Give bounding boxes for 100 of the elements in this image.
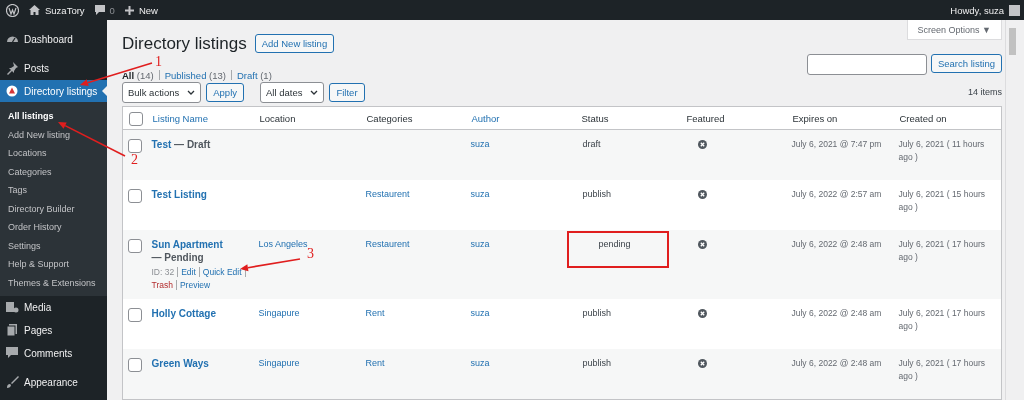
post-state-label: — Pending	[151, 251, 204, 264]
created-date: July 6, 2021 ( 17 hours ago )	[898, 239, 985, 262]
sidebar-menu-item[interactable]: Posts	[0, 57, 107, 79]
wordpress-logo-icon[interactable]	[6, 3, 19, 17]
submenu-item[interactable]: Directory Builder	[0, 199, 107, 218]
expiry-date: July 6, 2022 @ 2:48 am	[791, 358, 882, 368]
author-link[interactable]: suza	[470, 239, 490, 249]
category-link[interactable]: Rent	[365, 358, 385, 368]
select-all-checkbox[interactable]	[129, 111, 143, 126]
row-action-link[interactable]: Preview	[179, 279, 211, 291]
row-action-link[interactable]: Quick Edit	[202, 266, 242, 278]
filter-button[interactable]: Filter	[329, 82, 365, 102]
sortable-column-header[interactable]: Author	[471, 112, 500, 124]
created-date: July 6, 2021 ( 17 hours ago )	[898, 308, 985, 331]
add-new-button[interactable]: Add New listing	[254, 34, 335, 54]
author-link[interactable]: suza	[470, 189, 490, 199]
sidebar-menu-item[interactable]: Directory listings	[0, 80, 107, 102]
screen-options-tab[interactable]: Screen Options ▼	[906, 20, 1002, 40]
search-button[interactable]: Search listing	[930, 53, 1002, 73]
bulk-actions-dropdown[interactable]: Bulk actions	[122, 81, 202, 103]
site-name-link[interactable]: SuzaTory	[45, 4, 85, 16]
pages-icon	[6, 323, 19, 337]
expiry-date: July 6, 2022 @ 2:57 am	[791, 189, 882, 199]
date-filter-dropdown[interactable]: All dates	[260, 81, 325, 103]
listing-title-link[interactable]: Green Ways	[151, 358, 209, 369]
listing-title-link[interactable]: Test Listing	[151, 189, 207, 200]
filter-link[interactable]: Draft (1)	[236, 69, 272, 81]
column-header: Categories	[366, 112, 413, 124]
sidebar-menu-item[interactable]: Appearance	[0, 371, 107, 393]
caret-icon	[187, 89, 196, 95]
new-link[interactable]: New	[138, 4, 158, 16]
expiry-date: July 6, 2022 @ 2:48 am	[791, 239, 882, 249]
author-link[interactable]: suza	[470, 358, 490, 368]
annotation-arrow	[240, 258, 301, 272]
status-text: publish	[581, 307, 613, 320]
pushpin-icon	[6, 61, 19, 75]
avatar-icon[interactable]	[1009, 4, 1020, 16]
paintbrush-icon	[6, 375, 19, 389]
submenu-item[interactable]: Order History	[0, 218, 107, 237]
listing-title-link[interactable]: Holly Cottage	[151, 308, 216, 319]
sidebar-menu-item[interactable]: Dashboard	[0, 28, 107, 50]
sortable-column-header[interactable]: Listing Name	[152, 112, 208, 124]
listing-title-link[interactable]: Sun Apartment	[151, 239, 223, 250]
submenu-item[interactable]: Help & Support	[0, 255, 107, 274]
submenu-item[interactable]: Locations	[0, 144, 107, 163]
submenu-item[interactable]: Settings	[0, 236, 107, 255]
author-link[interactable]: suza	[470, 139, 490, 149]
sidebar-menu-item[interactable]: Comments	[0, 342, 107, 364]
page-title: Directory listings	[122, 35, 247, 53]
row-checkbox[interactable]	[128, 139, 142, 153]
row-checkbox[interactable]	[128, 358, 142, 372]
row-checkbox[interactable]	[128, 239, 142, 253]
row-action-link[interactable]: Edit	[181, 266, 196, 278]
comment-bubble-icon	[6, 346, 19, 360]
plus-icon[interactable]	[124, 5, 134, 15]
comment-count: 0	[109, 4, 115, 16]
status-text: publish	[581, 357, 613, 370]
status-text: draft	[581, 138, 602, 151]
column-header: Location	[259, 112, 296, 124]
row-checkbox[interactable]	[128, 308, 142, 322]
listing-title-link[interactable]: Test	[151, 139, 172, 150]
category-link[interactable]: Rent	[365, 308, 385, 318]
status-text: pending	[566, 231, 669, 268]
annotation-number: 1	[155, 54, 162, 70]
caret-icon	[310, 89, 319, 95]
column-header: Expires on	[792, 112, 838, 124]
scrollbar-thumb[interactable]	[1009, 28, 1016, 55]
location-link[interactable]: Los Angeles	[258, 239, 308, 249]
created-date: July 6, 2021 ( 11 hours ago )	[898, 139, 985, 162]
location-link[interactable]: Singapure	[258, 358, 300, 368]
sidebar-menu-item[interactable]: Pages	[0, 319, 107, 341]
submenu-item[interactable]: All listings	[0, 107, 107, 126]
expiry-date: July 6, 2022 @ 2:48 am	[791, 308, 882, 318]
filter-link[interactable]: All (14)	[122, 69, 154, 81]
annotation-number: 2	[131, 152, 138, 168]
sidebar-menu-item[interactable]: Media	[0, 296, 107, 318]
filter-link[interactable]: Published (13)	[164, 69, 226, 81]
media-icon	[6, 300, 19, 314]
item-count: 14 items	[968, 87, 1002, 98]
location-link[interactable]: Singapure	[258, 308, 300, 318]
greeting-link[interactable]: Howdy, suza	[950, 4, 1004, 16]
column-header: Status	[581, 112, 609, 124]
annotation-number: 3	[307, 246, 314, 262]
column-header: Created on	[899, 112, 947, 124]
category-link[interactable]: Restaurent	[365, 239, 410, 249]
category-link[interactable]: Restaurent	[365, 189, 410, 199]
expiry-date: July 6, 2021 @ 7:47 pm	[791, 139, 882, 149]
search-field[interactable]	[806, 53, 927, 75]
submenu-item[interactable]: Add New listing	[0, 125, 107, 144]
comment-bubble-icon[interactable]	[94, 5, 105, 15]
column-header: Featured	[686, 112, 725, 124]
listing-id: ID: 32	[151, 266, 175, 278]
submenu-item[interactable]: Themes & Extensions	[0, 273, 107, 292]
author-link[interactable]: suza	[470, 308, 490, 318]
submenu-item[interactable]: Tags	[0, 181, 107, 200]
row-checkbox[interactable]	[128, 189, 142, 203]
submenu-item[interactable]: Categories	[0, 162, 107, 181]
home-icon[interactable]	[29, 5, 40, 15]
apply-button[interactable]: Apply	[206, 82, 244, 102]
trash-link[interactable]: Trash	[151, 279, 173, 291]
